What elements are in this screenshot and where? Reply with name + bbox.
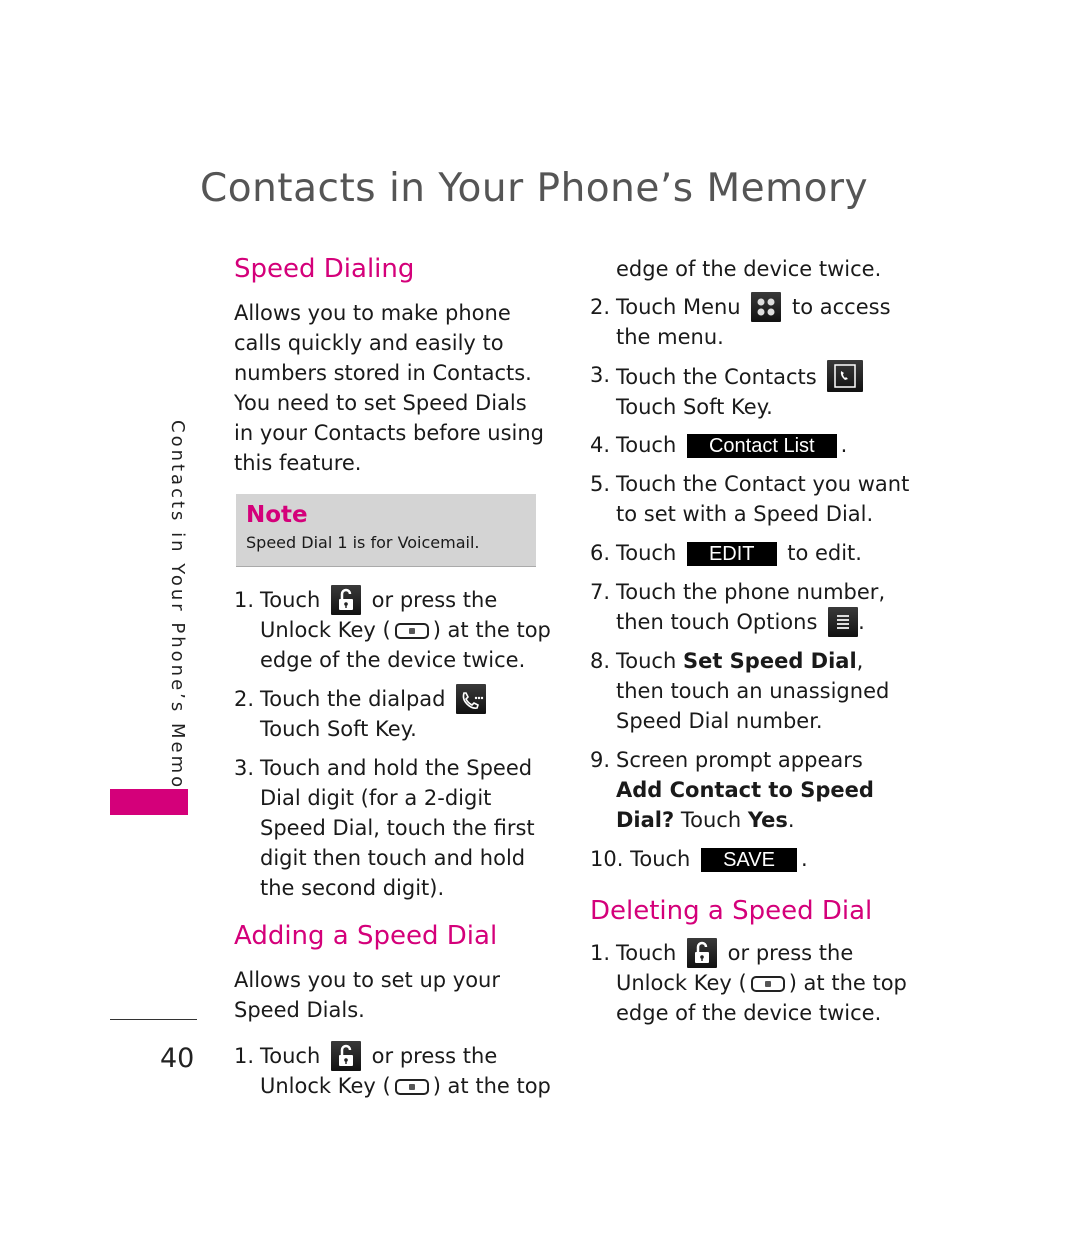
adding-heading: Adding a Speed Dial [234,921,498,951]
footer-divider [110,1019,197,1020]
step-text: Touch [260,1044,321,1068]
left-column: Speed Dialing Allows you to make phone c… [234,252,554,1101]
step-text: Touch [680,808,742,832]
step-number: 10. [590,847,624,871]
step-text: ) at the top [432,1074,551,1098]
step-text: . [800,847,808,871]
step-number: 4. [590,433,611,457]
deleting-steps: 1. Touch or press the Unlock Key () at t… [590,938,910,1028]
right-column: edge of the device twice. 2. Touch Menu … [590,252,910,1028]
step-text: Touch [630,847,691,871]
step-number: 1. [234,1044,255,1068]
list-item: 1. Touch or press the Unlock Key () at t… [234,585,554,675]
continued-step-text: edge of the device twice. [616,257,882,281]
list-item: 8. Touch Set Speed Dial, then touch an u… [590,646,910,736]
step-text: to edit. [787,541,862,565]
contacts-icon[interactable] [827,360,864,392]
step-text: . [840,433,848,457]
options-icon[interactable] [828,607,859,637]
list-item: 2. Touch the dialpad Touch Soft Key. [234,684,554,744]
step-text: . [787,808,795,832]
dialpad-icon[interactable] [456,684,487,714]
step-text: Touch and hold the Speed Dial digit (for… [260,756,535,900]
step-text: Touch [616,941,677,965]
step-text: Screen prompt appears [616,748,863,772]
unlock-icon[interactable] [330,585,361,615]
list-item: 7. Touch the phone number, then touch Op… [590,577,910,637]
step-number: 3. [234,756,255,780]
page-title: Contacts in Your Phone’s Memory [200,166,869,211]
note-text: Speed Dial 1 is for Voicemail. [246,533,480,552]
speed-dialing-steps: 1. Touch or press the Unlock Key () at t… [234,585,554,903]
list-item: 2. Touch Menu to access the menu. [590,292,910,352]
step-number: 6. [590,541,611,565]
step-number: 5. [590,472,611,496]
list-item: 1. Touch or press the Unlock Key () at t… [234,1041,554,1101]
step-emphasis: Yes [747,808,788,832]
step-number: 1. [590,941,611,965]
step-number: 7. [590,580,611,604]
unlock-key-icon [750,976,785,992]
save-button[interactable]: SAVE [701,848,797,872]
step-text: Touch Soft Key. [260,717,417,741]
adding-steps-part2: 2. Touch Menu to access the menu. 3. Tou… [590,292,910,874]
step-emphasis: Set Speed Dial [682,649,857,673]
step-number: 8. [590,649,611,673]
deleting-heading: Deleting a Speed Dial [590,896,873,926]
unlock-icon[interactable] [686,938,717,968]
list-item: 3. Touch and hold the Speed Dial digit (… [234,753,554,903]
list-item: 10. Touch SAVE. [590,844,910,874]
list-item: 4. Touch Contact List. [590,430,910,460]
page-number: 40 [160,1043,195,1074]
edit-button[interactable]: EDIT [686,542,777,566]
step-text: Touch Soft Key. [616,395,773,419]
note-box: Note Speed Dial 1 is for Voicemail. [236,494,536,567]
menu-icon[interactable] [751,292,782,322]
step-number: 2. [234,687,255,711]
list-item: 1. Touch or press the Unlock Key () at t… [590,938,910,1028]
unlock-key-icon [394,1079,429,1095]
list-item: 9. Screen prompt appears Add Contact to … [590,745,910,835]
list-item: 6. Touch EDIT to edit. [590,538,910,568]
step-number: 3. [590,363,611,387]
step-number: 2. [590,295,611,319]
adding-intro: Allows you to set up your Speed Dials. [234,968,500,1022]
side-tab-marker [110,789,188,815]
step-text: . [858,610,865,634]
step-text: Touch [260,588,321,612]
unlock-key-icon [394,623,429,639]
step-text: Touch Menu [616,295,741,319]
step-text: Touch the Contact you want to set with a… [616,472,910,526]
speed-dialing-heading: Speed Dialing [234,254,415,284]
speed-dialing-intro: Allows you to make phone calls quickly a… [234,301,545,475]
step-text: Touch [616,433,677,457]
contact-list-button[interactable]: Contact List [686,434,837,458]
list-item: 3. Touch the Contacts Touch Soft Key. [590,360,910,422]
unlock-icon[interactable] [330,1041,361,1071]
list-item: 5. Touch the Contact you want to set wit… [590,469,910,529]
side-tab-label: Contacts in Your Phone’s Memory [167,420,188,815]
step-text: Touch the Contacts [616,365,817,389]
step-text: Touch the dialpad [260,687,446,711]
step-number: 1. [234,588,255,612]
step-emphasis: Add Contact to Speed Dial? [616,778,874,832]
adding-steps-part1: 1. Touch or press the Unlock Key () at t… [234,1041,554,1101]
step-text: Touch [616,541,677,565]
step-number: 9. [590,748,611,772]
note-title: Note [246,502,308,528]
step-text: Touch [616,649,677,673]
